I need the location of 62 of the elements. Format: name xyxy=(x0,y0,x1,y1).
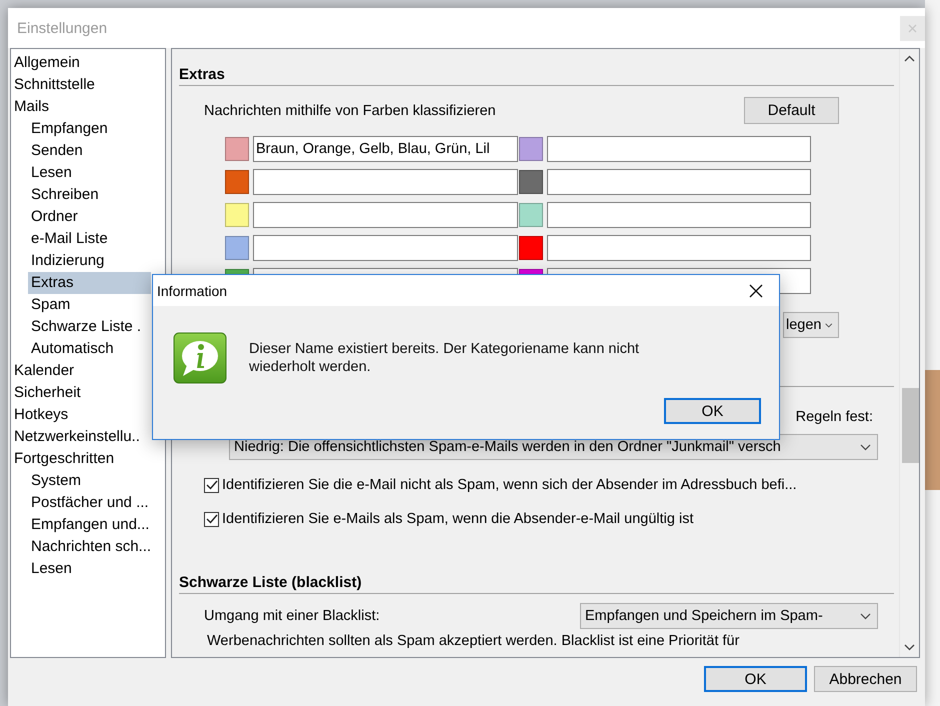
sidebar-item[interactable]: Mails xyxy=(11,96,165,118)
window-title: Einstellungen xyxy=(16,20,108,36)
checkbox[interactable] xyxy=(204,512,219,526)
sidebar-item[interactable]: Nachrichten sch... xyxy=(28,536,165,558)
color-swatch[interactable] xyxy=(519,137,543,161)
color-swatch[interactable] xyxy=(225,236,249,260)
category-name-field[interactable] xyxy=(253,235,518,261)
category-name-field[interactable] xyxy=(547,136,811,162)
sidebar-item[interactable]: System xyxy=(28,470,165,492)
color-label: Nachrichten mithilfe von Farben klassifizieren xyxy=(204,102,496,118)
sidebar-item[interactable]: Extras xyxy=(28,272,151,294)
blacklist-dropdown[interactable]: Empfangen und Speichern im Spam- xyxy=(580,603,878,629)
chevron-down-icon xyxy=(860,444,871,450)
sidebar-item[interactable]: e-Mail Liste xyxy=(28,228,165,250)
color-swatch[interactable] xyxy=(225,170,249,194)
cancel-button[interactable]: Abbrechen xyxy=(814,666,917,692)
sidebar-item[interactable]: Schnittstelle xyxy=(11,74,165,96)
category-name-field[interactable] xyxy=(253,169,518,195)
spam-rule-label: Regeln fest: xyxy=(796,409,873,425)
sidebar-item[interactable]: Postfächer und ... xyxy=(28,492,165,514)
default-button[interactable]: Default xyxy=(744,97,839,124)
section-title: Schwarze Liste (blacklist) xyxy=(179,574,894,594)
chevron-down-icon[interactable] xyxy=(904,644,915,651)
chevron-up-icon[interactable] xyxy=(904,55,915,62)
ok-button[interactable]: OK xyxy=(704,666,807,692)
sort-dropdown[interactable]: legen xyxy=(783,312,839,338)
color-swatch[interactable] xyxy=(225,137,249,161)
sidebar-item[interactable]: Ordner xyxy=(28,206,165,228)
info-icon xyxy=(173,332,227,384)
category-name-field[interactable] xyxy=(547,169,811,195)
dialog-message: Dieser Name existiert bereits. Der Kategoriename kann nicht wiederholt werden. xyxy=(249,340,640,377)
blacklist-note: Werbenachrichten sollten als Spam akzeptiert werden. Blacklist ist eine Priorität für xyxy=(207,633,740,649)
sidebar-item[interactable]: Empfangen und... xyxy=(28,514,165,536)
sidebar-item[interactable]: Senden xyxy=(28,140,165,162)
category-name-field[interactable] xyxy=(253,202,518,228)
sidebar-item[interactable]: Allgemein xyxy=(11,52,165,74)
sidebar-item[interactable]: Indizierung xyxy=(28,250,165,272)
blacklist-label: Umgang mit einer Blacklist: xyxy=(204,608,380,624)
close-icon xyxy=(749,284,763,298)
dialog-title: Information xyxy=(157,282,228,298)
category-name-field[interactable] xyxy=(547,202,811,228)
color-swatch[interactable] xyxy=(519,236,543,260)
sidebar-item[interactable]: Lesen xyxy=(28,558,165,580)
checkbox-label: Identifizieren Sie die e-Mail nicht als Spam, wenn sich der Absender im Adressbuch befi... xyxy=(222,477,797,493)
category-name-field[interactable] xyxy=(547,235,811,261)
chevron-down-icon xyxy=(825,322,833,328)
scrollbar[interactable] xyxy=(899,49,919,657)
color-swatch[interactable] xyxy=(519,203,543,227)
sidebar-item[interactable]: Lesen xyxy=(28,162,165,184)
scrollbar-thumb[interactable] xyxy=(902,388,919,463)
sidebar-item[interactable]: Fortgeschritten xyxy=(11,448,165,470)
color-swatch[interactable] xyxy=(519,170,543,194)
sidebar-item[interactable]: Schreiben xyxy=(28,184,165,206)
category-name-field[interactable]: Braun, Orange, Gelb, Blau, Grün, Lil xyxy=(253,136,518,162)
color-swatch[interactable] xyxy=(225,203,249,227)
ok-button[interactable]: OK xyxy=(664,398,761,424)
sidebar-item[interactable]: Empfangen xyxy=(28,118,165,140)
checkbox-label: Identifizieren Sie e-Mails als Spam, wenn die Absender-e-Mail ungültig ist xyxy=(222,511,694,527)
checkbox[interactable] xyxy=(204,478,219,492)
close-icon xyxy=(908,24,917,32)
chevron-down-icon xyxy=(860,612,871,620)
section-title: Extras xyxy=(179,66,894,86)
